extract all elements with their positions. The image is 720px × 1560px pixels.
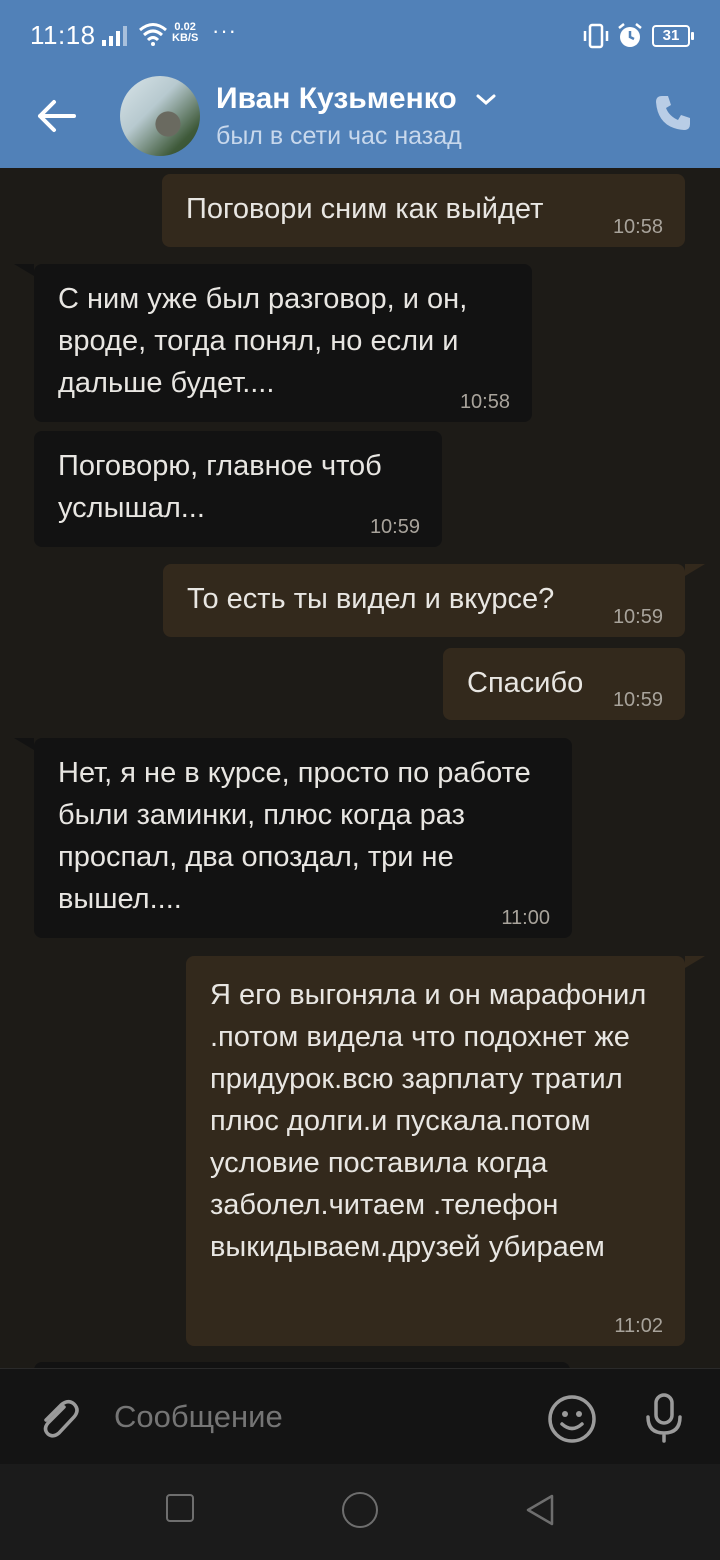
message-time: 10:58: [459, 391, 510, 413]
message-incoming[interactable]: Нет, я не в курсе, просто по работе были…: [34, 738, 572, 938]
battery-icon: 31: [652, 25, 694, 47]
message-outgoing[interactable]: То есть ты видел и вкурсе? 10:59: [163, 564, 685, 637]
message-time: 10:58: [612, 216, 663, 238]
message-input[interactable]: [114, 1397, 514, 1437]
message-outgoing[interactable]: Спасибо 10:59: [443, 648, 685, 720]
more-notifications: ···: [212, 18, 237, 43]
home-button[interactable]: [342, 1492, 378, 1528]
emoji-button[interactable]: [546, 1393, 598, 1445]
message-text: То есть ты видел и вкурсе?: [187, 583, 555, 615]
arrow-left-icon: [38, 100, 76, 132]
recents-button[interactable]: [166, 1494, 194, 1522]
nav-back-button[interactable]: [522, 1492, 558, 1533]
voice-message-button[interactable]: [640, 1391, 688, 1445]
chat-header: Иван Кузьменко был в сети час назад: [0, 70, 720, 168]
back-button[interactable]: [28, 88, 84, 144]
bubble-tail: [14, 264, 34, 276]
smiley-icon: [548, 1395, 596, 1443]
bubble-tail: [685, 956, 705, 968]
message-text: Поговори сним как выйдет: [186, 193, 544, 225]
triangle-back-icon: [526, 1494, 554, 1526]
phone-icon: [656, 96, 690, 130]
bubble-tail: [685, 564, 705, 576]
signal-icon: [102, 26, 130, 51]
avatar[interactable]: [120, 76, 200, 156]
network-speed-unit: KB/S: [172, 32, 199, 44]
message-time: 10:59: [369, 516, 420, 538]
attach-button[interactable]: [34, 1393, 82, 1441]
paperclip-icon: [43, 1400, 79, 1438]
message-incoming[interactable]: Поговорю, главное чтоб услышал... 10:59: [34, 431, 442, 547]
message-text: Поговорю, главное чтоб услышал...: [58, 450, 382, 524]
message-composer: [0, 1368, 720, 1464]
contact-name[interactable]: Иван Кузьменко: [216, 82, 457, 116]
message-outgoing[interactable]: Поговори сним как выйдет 10:58: [162, 174, 685, 247]
system-nav-bar: [0, 1464, 720, 1560]
message-time: 10:59: [612, 606, 663, 628]
network-speed: 0.02 KB/S: [172, 22, 198, 44]
alarm-icon: [616, 22, 644, 55]
vibrate-icon: [582, 22, 610, 55]
message-time: 11:02: [614, 1315, 663, 1337]
microphone-icon: [646, 1393, 682, 1443]
message-list[interactable]: Поговори сним как выйдет 10:58 С ним уже…: [0, 168, 720, 1368]
message-text: Спасибо: [467, 667, 584, 699]
wifi-icon: [138, 22, 168, 51]
status-bar: 11:18 0.02 KB/S ··· 31: [0, 0, 720, 70]
chevron-down-icon[interactable]: [474, 92, 498, 113]
top-bar: 11:18 0.02 KB/S ··· 31 Иван Кузьменко бы…: [0, 0, 720, 168]
message-time: 10:59: [612, 689, 663, 711]
message-outgoing[interactable]: Я его выгоняла и он марафонил .потом вид…: [186, 956, 685, 1346]
message-text: Нет, я не в курсе, просто по работе были…: [58, 757, 531, 915]
call-button[interactable]: [650, 90, 696, 136]
contact-status: был в сети час назад: [216, 122, 462, 150]
message-time: 11:00: [501, 907, 550, 929]
status-time: 11:18: [30, 20, 96, 50]
message-incoming[interactable]: С ним уже был разговор, и он, вроде, тог…: [34, 264, 532, 422]
message-text: С ним уже был разговор, и он, вроде, тог…: [58, 283, 468, 399]
message-text: Я его выгоняла и он марафонил .потом вид…: [210, 979, 647, 1263]
bubble-tail: [14, 738, 34, 750]
